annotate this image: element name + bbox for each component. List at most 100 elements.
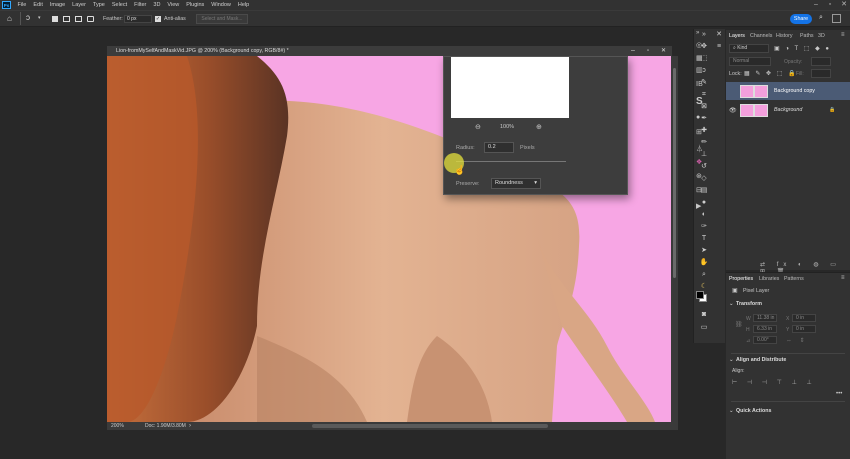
- info-icon[interactable]: ●: [696, 114, 700, 121]
- layer-filter-icons[interactable]: ▣ ◑ T ⬚ ◆ ●: [774, 45, 831, 52]
- chevron-down-icon[interactable]: ⌄: [729, 357, 733, 363]
- intersect-selection-icon[interactable]: [87, 16, 94, 22]
- chevron-down-icon[interactable]: ⌄: [729, 408, 733, 414]
- zoom-level[interactable]: 200%: [111, 422, 124, 430]
- scroll-thumb[interactable]: [673, 68, 676, 278]
- x-input[interactable]: 0 in: [792, 314, 816, 322]
- clone-source-icon[interactable]: ⊛: [696, 172, 702, 180]
- vertical-scrollbar[interactable]: [671, 56, 678, 422]
- type-tool-icon[interactable]: T: [694, 233, 714, 244]
- link-icon[interactable]: ⛓: [735, 321, 743, 328]
- quick-mask-icon[interactable]: ◙: [694, 309, 714, 320]
- select-and-mask-button[interactable]: Select and Mask...: [196, 14, 248, 24]
- doc-close-icon[interactable]: ✕: [661, 46, 666, 56]
- styles-icon[interactable]: S: [696, 96, 703, 107]
- tab-history[interactable]: History: [776, 33, 792, 39]
- workspace-icon[interactable]: [832, 14, 841, 23]
- height-input[interactable]: 6.33 in: [753, 325, 777, 333]
- doc-minimize-icon[interactable]: –: [631, 46, 635, 56]
- menu-view[interactable]: View: [164, 2, 183, 8]
- pen-tool-icon[interactable]: ✑: [694, 221, 714, 232]
- close-icon[interactable]: ✕: [838, 0, 850, 10]
- menu-filter[interactable]: Filter: [131, 2, 150, 8]
- preserve-select[interactable]: Roundness ▾: [491, 178, 541, 189]
- tab-layers[interactable]: Layers: [729, 33, 745, 39]
- tab-libraries[interactable]: Libraries: [759, 276, 779, 282]
- zoom-out-icon[interactable]: ⊖: [475, 123, 481, 131]
- hand-tool-icon[interactable]: ✋: [694, 257, 714, 268]
- panel-menu-icon[interactable]: ≡: [841, 32, 845, 38]
- minimize-icon[interactable]: –: [810, 0, 822, 10]
- blend-mode-select[interactable]: Normal: [729, 57, 771, 66]
- actions-icon[interactable]: ▶: [696, 202, 701, 210]
- chevron-right-icon[interactable]: ›: [189, 422, 191, 430]
- fill-input[interactable]: [811, 69, 831, 78]
- layer-actions-bar[interactable]: ⇄ fx ◐ ◍ ▭ ⊞ 🗑: [726, 261, 850, 275]
- swatches-icon[interactable]: ▦: [696, 54, 703, 62]
- width-input[interactable]: 11.38 in: [753, 314, 777, 322]
- feather-input[interactable]: 0 px: [124, 15, 152, 23]
- search-icon[interactable]: ⌕: [819, 14, 823, 22]
- menu-plugins[interactable]: Plugins: [183, 2, 208, 8]
- horizontal-scroll-thumb[interactable]: [312, 424, 548, 428]
- tab-3d[interactable]: 3D: [818, 33, 825, 39]
- home-icon[interactable]: ⌂: [7, 14, 12, 23]
- gradients-icon[interactable]: ▥: [696, 66, 703, 74]
- screen-mode-icon[interactable]: ▭: [694, 322, 714, 333]
- transform-heading[interactable]: Transform: [736, 301, 762, 307]
- new-selection-icon[interactable]: [52, 16, 58, 22]
- menu-help[interactable]: Help: [234, 2, 252, 8]
- zoom-tool-icon[interactable]: ⌕: [694, 269, 714, 280]
- doc-restore-icon[interactable]: ▫: [647, 46, 649, 56]
- visibility-icon[interactable]: 👁: [729, 107, 737, 114]
- antialias-checkbox[interactable]: ✓: [155, 16, 161, 22]
- brush-panel-icon[interactable]: ❖: [696, 158, 702, 166]
- radius-slider[interactable]: [456, 161, 566, 162]
- chevron-down-icon[interactable]: ▾: [38, 15, 41, 21]
- menu-edit[interactable]: Edit: [30, 2, 46, 8]
- share-button[interactable]: Share: [790, 14, 812, 24]
- zoom-in-icon[interactable]: ⊕: [536, 123, 542, 131]
- opacity-input[interactable]: [811, 57, 831, 66]
- paragraph-icon[interactable]: ⏃: [696, 144, 703, 154]
- more-options-icon[interactable]: •••: [836, 391, 842, 397]
- panel-menu-icon[interactable]: ≡: [841, 275, 845, 281]
- lock-icons[interactable]: ▦ ✎ ✥ ⬚ 🔒: [744, 70, 798, 77]
- panel-collapse-icon[interactable]: »: [696, 30, 699, 36]
- tab-paths[interactable]: Paths: [800, 33, 814, 39]
- layer-row-background[interactable]: 👁 Background 🔒: [726, 101, 850, 119]
- tab-channels[interactable]: Channels: [750, 33, 772, 39]
- character-icon[interactable]: ⊞: [696, 128, 702, 136]
- subtract-selection-icon[interactable]: [75, 16, 82, 22]
- layer-name[interactable]: Background copy: [774, 88, 815, 94]
- radius-input[interactable]: 0.2: [484, 142, 514, 153]
- layer-name[interactable]: Background: [774, 107, 802, 113]
- add-selection-icon[interactable]: [63, 16, 70, 22]
- foreground-color-swatch[interactable]: [696, 291, 704, 299]
- menu-select[interactable]: Select: [108, 2, 130, 8]
- menu-image[interactable]: Image: [46, 2, 68, 8]
- kind-filter[interactable]: ⌕ Kind: [729, 44, 769, 53]
- angle-input[interactable]: 0.00°: [753, 336, 777, 344]
- menu-type[interactable]: Type: [89, 2, 108, 8]
- flip-icons[interactable]: ⇔ ⇕: [786, 337, 808, 344]
- tool-icon-x[interactable]: ✕: [712, 29, 726, 40]
- maximize-icon[interactable]: ▫: [824, 0, 836, 10]
- document-tab[interactable]: Lion-fromMySelfAndMaskVid.JPG @ 200% (Ba…: [107, 46, 672, 56]
- path-select-icon[interactable]: ➤: [694, 245, 714, 256]
- adjustments-icon[interactable]: ⅠB: [696, 80, 703, 88]
- menu-window[interactable]: Window: [208, 2, 235, 8]
- lasso-tool-icon[interactable]: ↄ: [26, 13, 30, 22]
- menu-layer[interactable]: Layer: [69, 2, 90, 8]
- document-canvas[interactable]: ⊖ 100% ⊕ Radius: 0.2 Pixels ☝ Preserve: …: [107, 56, 671, 422]
- y-input[interactable]: 0 in: [792, 325, 816, 333]
- align-heading[interactable]: Align and Distribute: [736, 357, 786, 363]
- menu-icon[interactable]: ≡: [712, 41, 726, 52]
- menu-file[interactable]: File: [14, 2, 30, 8]
- menu-3d[interactable]: 3D: [150, 2, 164, 8]
- color-panel-icon[interactable]: ◎: [696, 41, 702, 49]
- notes-icon[interactable]: ⊟: [696, 186, 702, 194]
- layer-row-background-copy[interactable]: Background copy: [726, 82, 850, 100]
- chevron-down-icon[interactable]: ⌄: [729, 301, 733, 307]
- tab-properties[interactable]: Properties: [729, 276, 753, 282]
